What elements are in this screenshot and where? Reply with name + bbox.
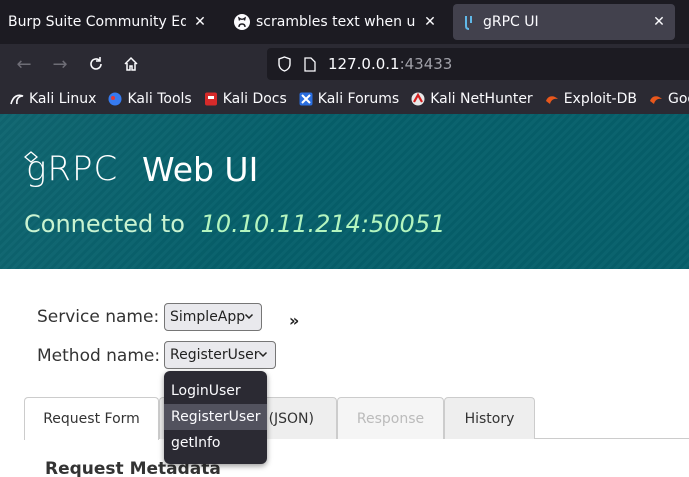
expand-icon[interactable]: » (289, 311, 299, 330)
home-icon[interactable] (117, 50, 145, 78)
bookmark-kali-tools[interactable]: Kali Tools (108, 91, 192, 107)
tab-history[interactable]: History (444, 397, 535, 439)
bookmark-google-hacking[interactable]: Goog (649, 91, 689, 107)
reload-icon[interactable] (82, 50, 110, 78)
github-icon (234, 14, 250, 30)
chevron-down-icon (258, 351, 268, 358)
forward-icon[interactable]: → (46, 50, 74, 78)
bookmark-label: Kali Docs (222, 91, 287, 107)
tab-title: gRPC UI (483, 14, 539, 30)
request-tabs: Request Form (JSON) Response History (24, 397, 689, 440)
browser-tab-grpc[interactable]: gRPC UI ✕ (453, 4, 675, 40)
logo-text: gRPC (26, 149, 119, 189)
kali-dragon-icon (10, 94, 24, 105)
browser-tab-bar: Burp Suite Community Edition ✕ scrambles… (0, 0, 689, 44)
close-icon[interactable]: ✕ (651, 14, 667, 30)
bookmark-kali-linux[interactable]: Kali Linux (10, 91, 96, 107)
tab-label: (JSON) (268, 410, 314, 427)
bookmark-label: Kali Tools (127, 91, 192, 107)
exploit-db-icon (545, 96, 558, 104)
kali-forums-icon (299, 92, 313, 106)
method-name-label: Method name: (37, 346, 161, 366)
service-select[interactable]: SimpleApp (164, 303, 262, 331)
method-option-loginuser[interactable]: LoginUser (164, 378, 267, 404)
ghdb-icon (649, 96, 662, 104)
bookmark-label: Kali NetHunter (430, 91, 533, 107)
bookmark-kali-docs[interactable]: Kali Docs (204, 91, 287, 107)
tab-title: Burp Suite Community Edition (8, 14, 186, 30)
app-header: gRPC Web UI Connected to 10.10.11.214:50… (0, 114, 689, 269)
tab-request-form[interactable]: Request Form (24, 397, 159, 440)
url-bar[interactable]: 127.0.0.1:43433 (267, 48, 689, 80)
browser-nav-bar: ← → 127.0.0.1:43433 (0, 44, 689, 84)
url-host: 127.0.0.1 (328, 55, 400, 73)
bookmark-kali-nethunter[interactable]: Kali NetHunter (411, 91, 533, 107)
tab-label: Response (356, 410, 425, 427)
service-name-label: Service name: (37, 307, 160, 327)
kali-tools-icon (108, 92, 122, 106)
close-icon[interactable]: ✕ (422, 14, 438, 30)
page-icon (304, 56, 316, 72)
close-icon[interactable]: ✕ (192, 14, 208, 30)
chevron-down-icon (244, 313, 254, 320)
bookmarks-toolbar: Kali Linux Kali Tools Kali Docs Kali For… (0, 84, 689, 114)
method-select[interactable]: RegisterUser (164, 341, 276, 369)
connection-status: Connected to 10.10.11.214:50051 (24, 210, 445, 238)
back-icon[interactable]: ← (10, 50, 38, 78)
tab-label: History (464, 410, 515, 427)
shield-icon[interactable] (277, 56, 292, 72)
method-option-registeruser[interactable]: RegisterUser (164, 404, 267, 430)
browser-tab-github[interactable]: scrambles text when using ✕ (226, 4, 446, 40)
method-dropdown-list: LoginUser RegisterUser getInfo (164, 371, 267, 464)
connected-label: Connected to (24, 210, 185, 238)
server-address: 10.10.11.214:50051 (200, 210, 446, 238)
method-option-getinfo[interactable]: getInfo (164, 430, 267, 456)
bookmark-exploit-db[interactable]: Exploit-DB (545, 91, 637, 107)
tab-title: scrambles text when using (256, 14, 416, 30)
kali-docs-icon (204, 92, 217, 106)
grpc-icon (461, 14, 477, 30)
bookmark-label: Kali Linux (29, 91, 97, 107)
tab-response[interactable]: Response (337, 397, 444, 439)
kali-nethunter-icon (411, 92, 425, 106)
bookmark-label: Exploit-DB (563, 91, 637, 107)
bookmark-label: Goog (667, 91, 689, 107)
url-port: :43433 (399, 55, 453, 73)
tab-label: Request Form (43, 411, 140, 427)
bookmark-label: Kali Forums (317, 91, 400, 107)
browser-tab-burp[interactable]: Burp Suite Community Edition ✕ (0, 4, 216, 40)
method-select-value: RegisterUser (170, 347, 260, 363)
service-select-value: SimpleApp (170, 309, 246, 325)
bookmark-kali-forums[interactable]: Kali Forums (299, 91, 399, 107)
app-title: Web UI (142, 150, 259, 189)
